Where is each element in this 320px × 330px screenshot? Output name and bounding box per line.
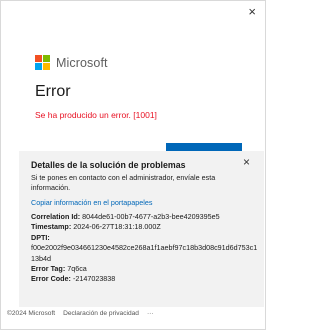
error-tag-value: 7q6ca [67,264,87,274]
logo-text: Microsoft [56,55,108,70]
error-tag-label: Error Tag: [31,264,66,274]
timestamp-value: 2024-06-27T18:31:18.000Z [73,222,161,232]
error-window: × Microsoft Error Se ha producido un err… [0,0,266,330]
close-icon[interactable]: × [248,4,256,20]
panel-description: Si te pones en contacto con el administr… [31,173,216,192]
details-info: Correlation Id: 8044de61-00b7-4677-a2b3-… [31,212,259,285]
dpti-value: f00e2002f9e034661230e4582ce268a1f1aebf97… [31,243,258,263]
copy-info-link[interactable]: Copiar información en el portapapeles [31,198,152,207]
correlation-label: Correlation Id: [31,212,81,221]
logo-square-red [35,55,42,62]
error-code-row: Error Code: -2147023838 [31,274,259,284]
correlation-row: Correlation Id: 8044de61-00b7-4677-a2b3-… [31,212,259,222]
troubleshooting-panel: × Detalles de la solución de problemas S… [19,151,264,307]
microsoft-logo: Microsoft [35,55,108,70]
error-message: Se ha producido un error. [1001] [35,110,157,120]
correlation-value: 8044de61-00b7-4677-a2b3-bee4209395e5 [82,212,220,221]
copyright-text: ©2024 Microsoft [7,310,56,317]
panel-close-icon[interactable]: × [243,155,250,169]
dpti-row: DPTI: [31,233,259,243]
timestamp-row: Timestamp: 2024-06-27T18:31:18.000Z [31,222,259,232]
error-tag-row: Error Tag: 7q6ca [31,264,259,274]
page-title: Error [35,83,71,100]
microsoft-squares-icon [35,55,50,70]
logo-square-green [43,55,50,62]
panel-title: Detalles de la solución de problemas [31,160,186,170]
logo-square-yellow [43,63,50,70]
footer: ©2024 Microsoft Declaración de privacida… [7,310,154,317]
logo-square-blue [35,63,42,70]
error-code-value: -2147023838 [72,274,116,284]
primary-button[interactable] [166,143,242,151]
timestamp-label: Timestamp: [31,222,72,232]
dpti-label: DPTI: [31,232,50,242]
privacy-link[interactable]: Declaración de privacidad [63,310,139,317]
more-options-icon[interactable]: ··· [147,310,154,317]
error-code-label: Error Code: [31,274,71,284]
